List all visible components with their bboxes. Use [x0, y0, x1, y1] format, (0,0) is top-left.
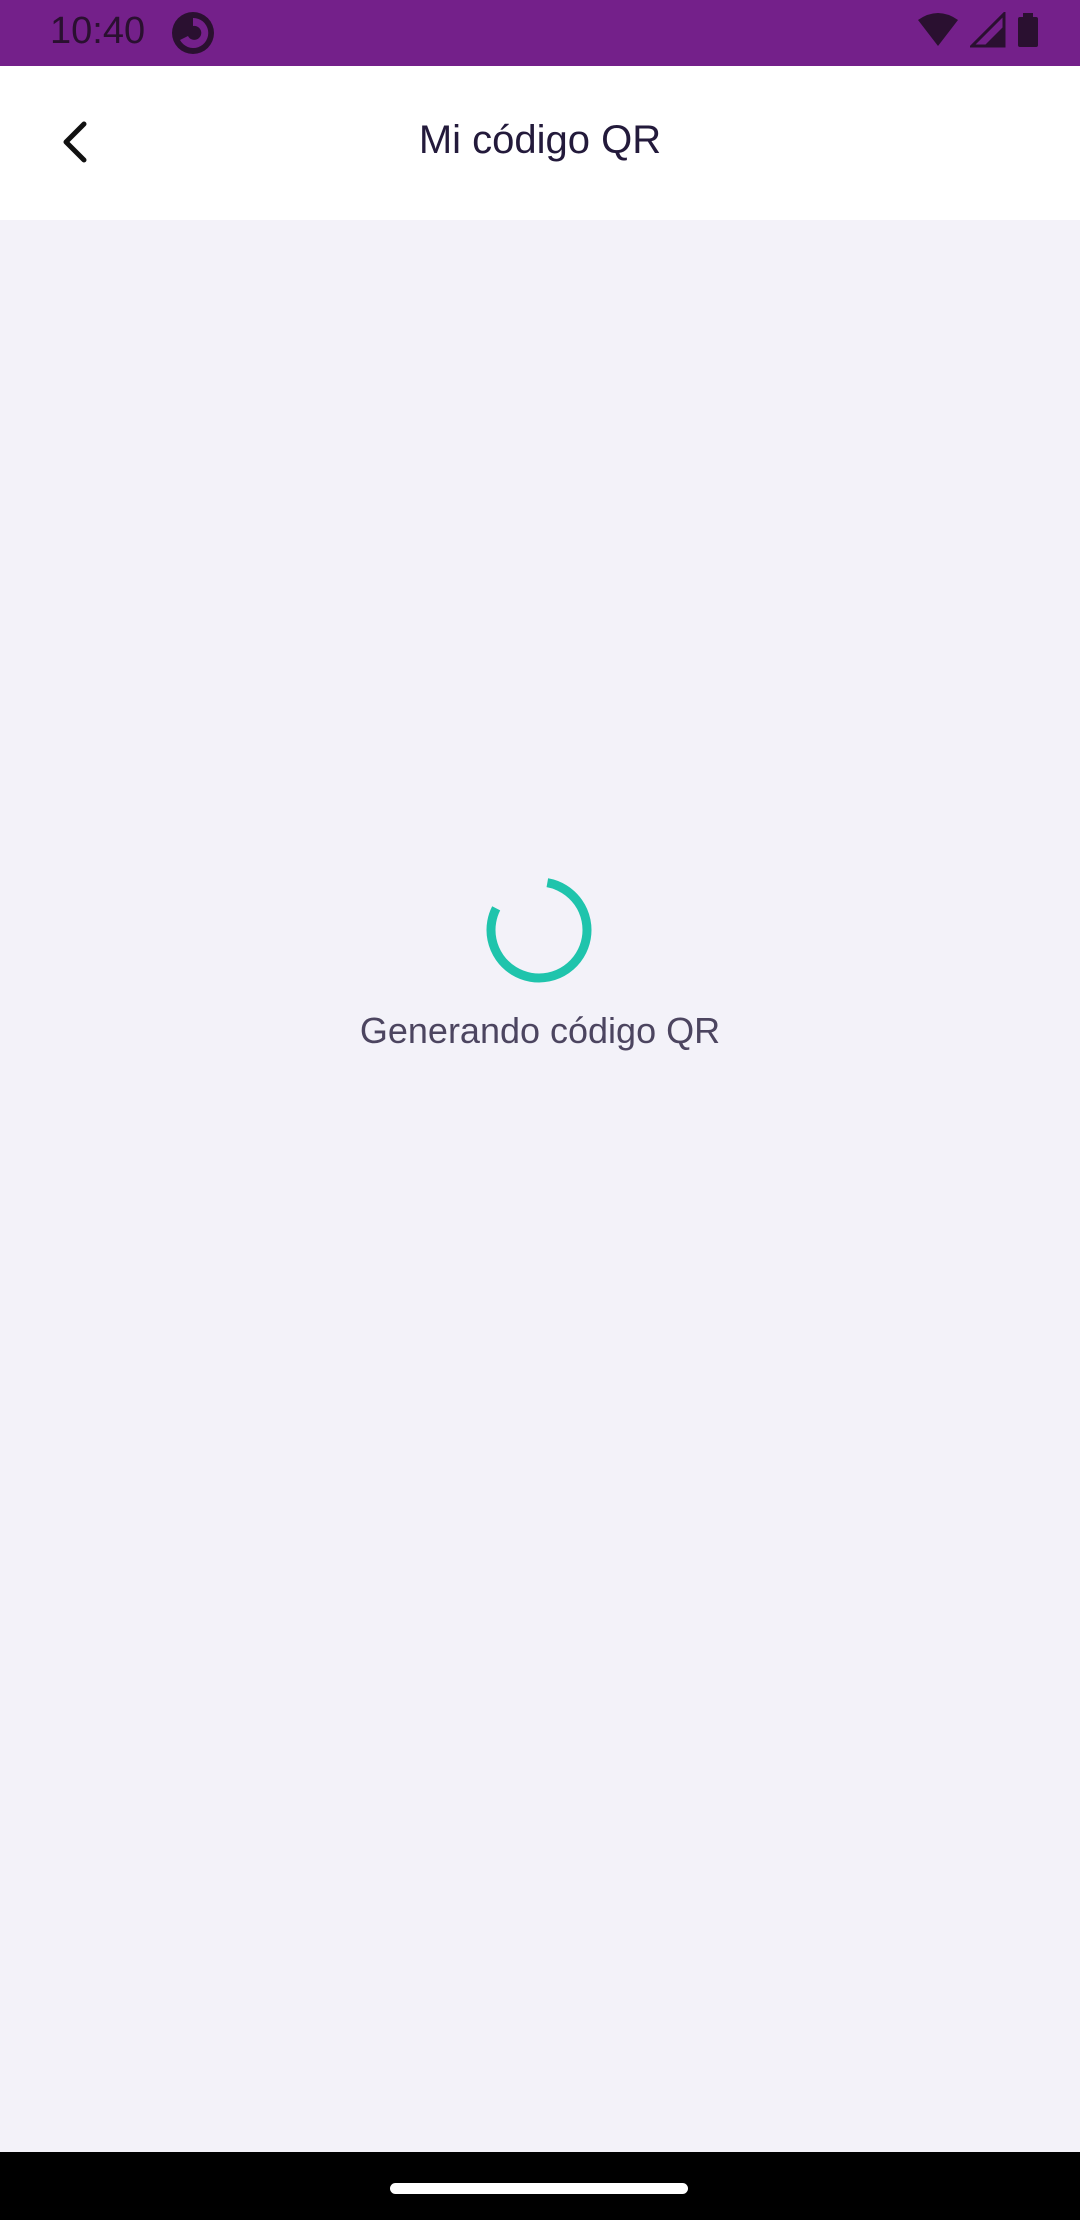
signal-icon [968, 10, 1006, 53]
status-icons [916, 10, 1040, 53]
status-time: 10:40 [50, 10, 146, 52]
wifi-icon [916, 12, 960, 53]
system-navigation-bar [0, 2152, 1080, 2220]
main-content [0, 220, 1080, 2152]
battery-icon [1016, 12, 1040, 53]
home-indicator[interactable] [390, 2183, 688, 2194]
status-bar: 10:40 [0, 0, 1080, 66]
loading-spinner [485, 876, 593, 984]
loading-text: Generando código QR [359, 1010, 721, 1051]
app-bar: Mi código QR [0, 66, 1080, 220]
app-notification-icon [170, 10, 216, 56]
page-title: Mi código QR [418, 118, 662, 162]
